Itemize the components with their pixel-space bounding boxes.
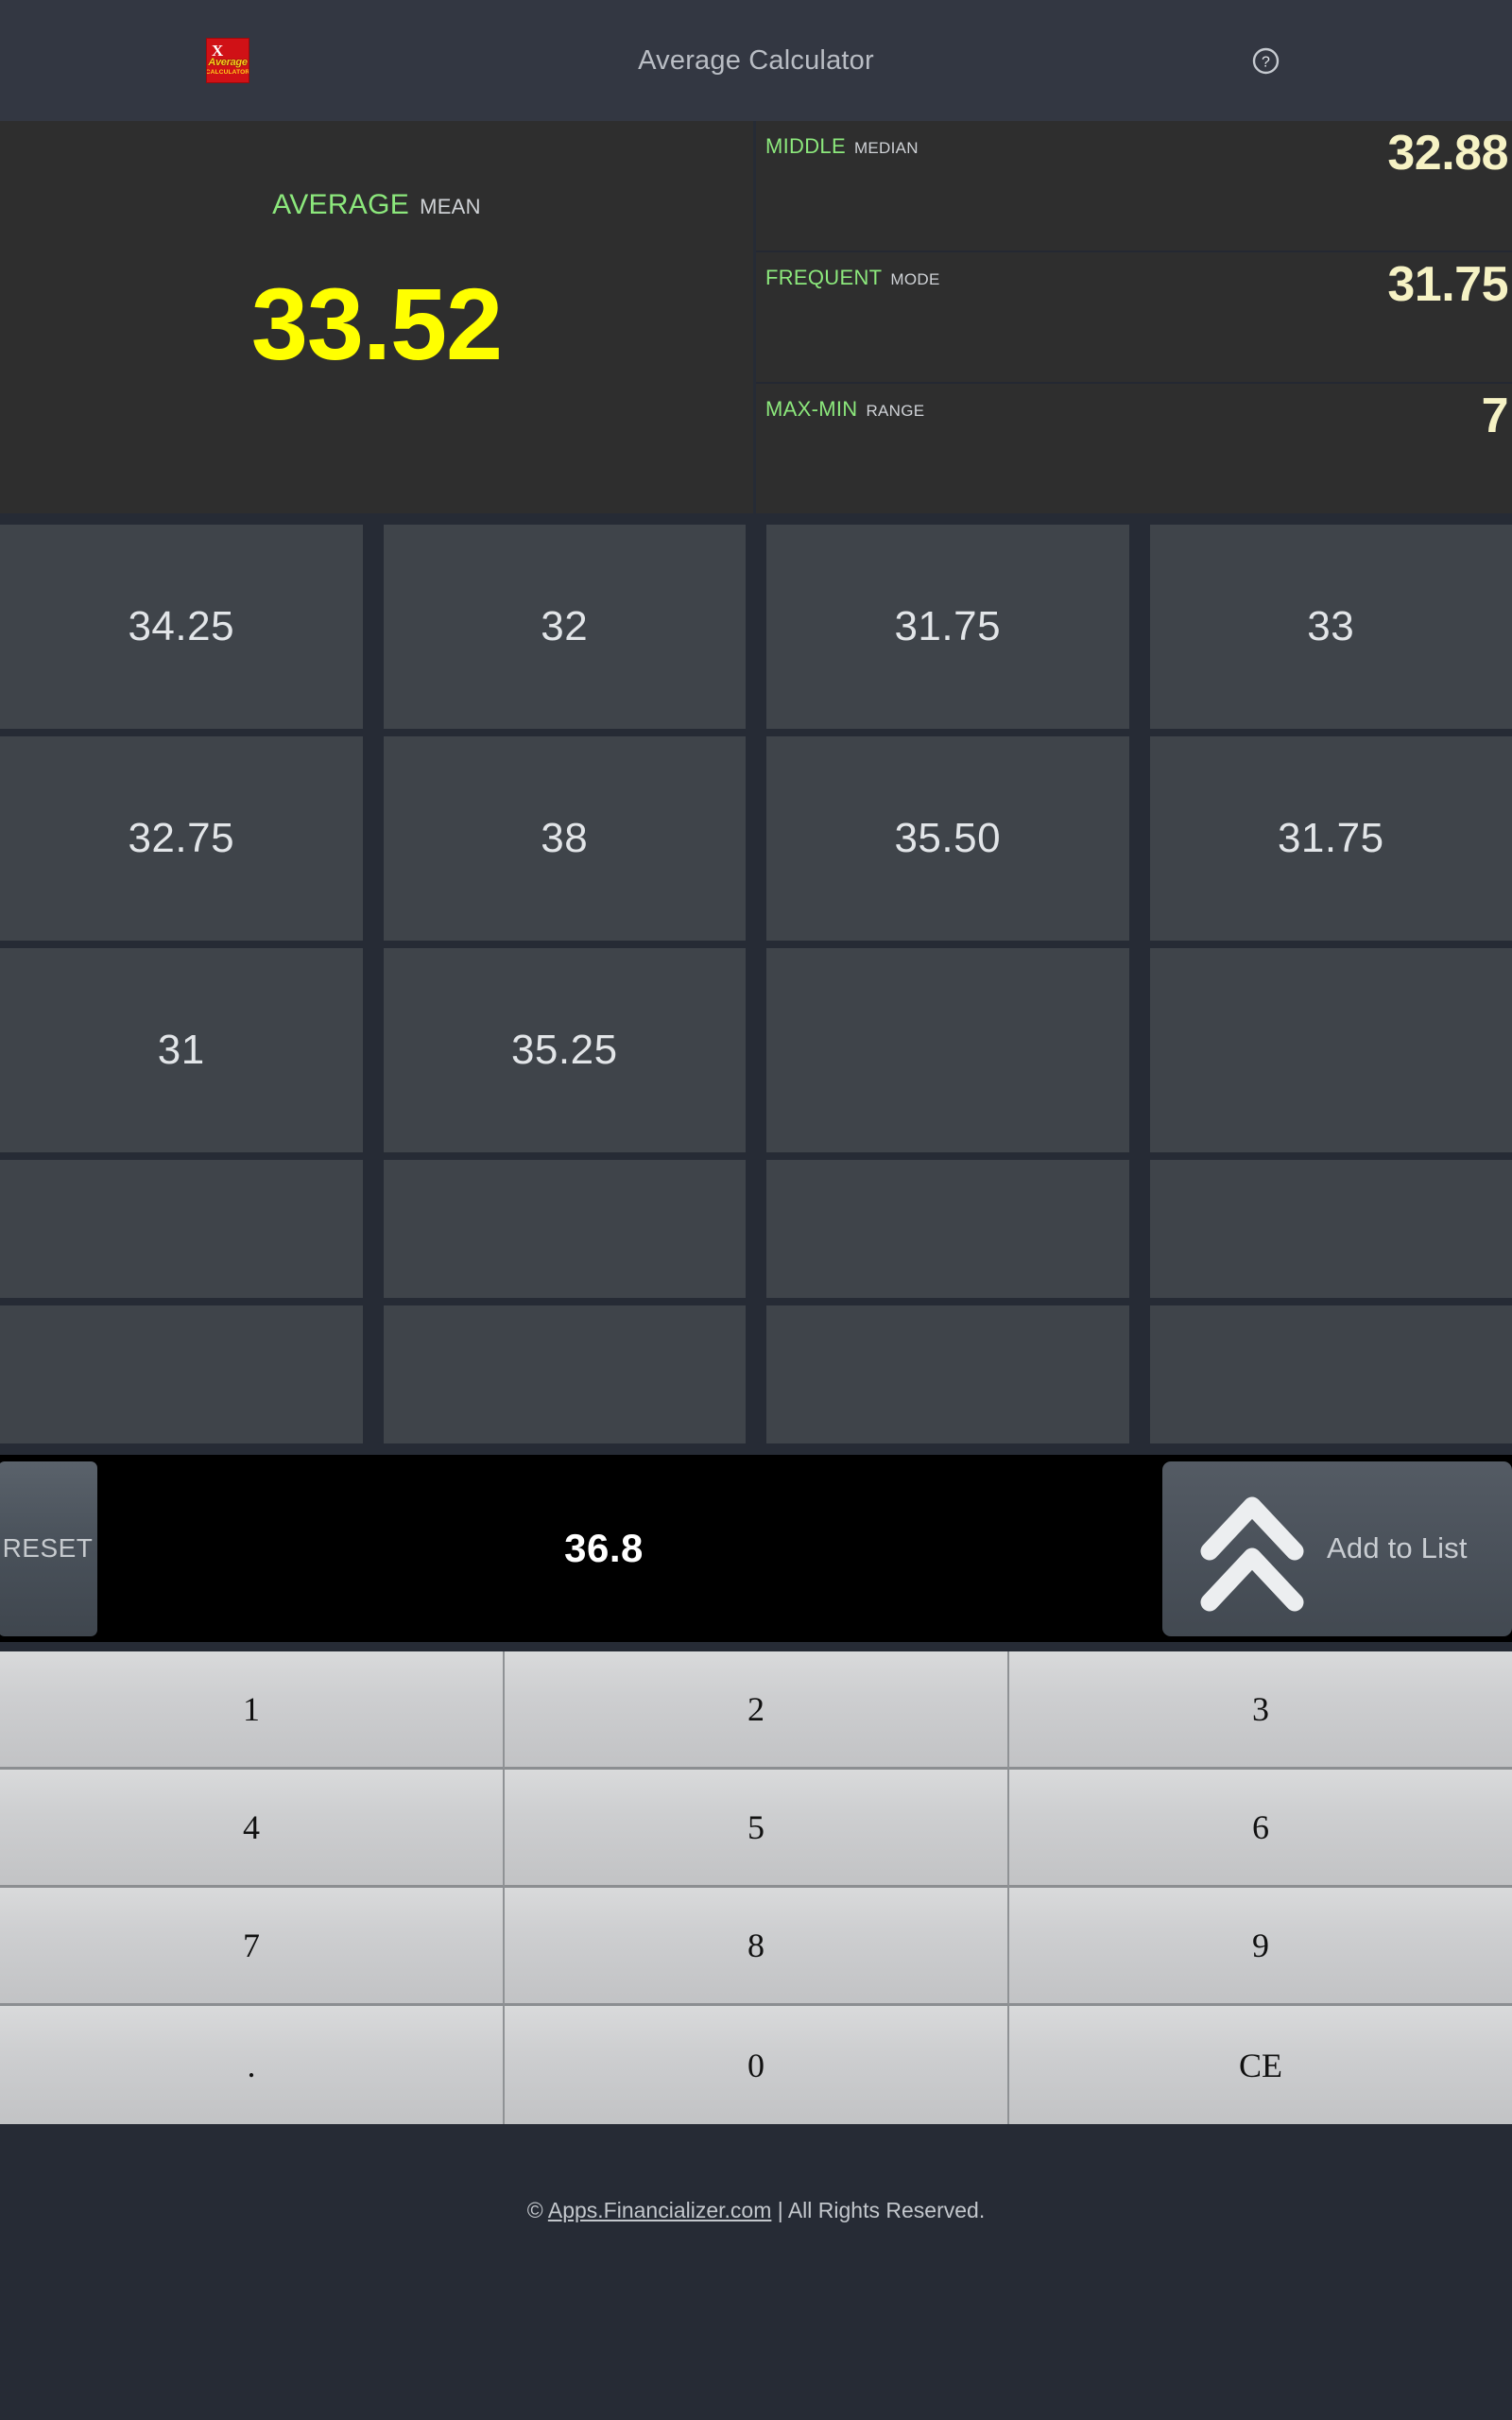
app-logo-icon: X Average CALCULATOR bbox=[206, 38, 249, 83]
footer-site-link[interactable]: Apps.Financializer.com bbox=[548, 2198, 772, 2222]
mean-primary-label: AVERAGE bbox=[272, 189, 410, 220]
stats-panel: MIDDLE MEDIAN 32.88 FREQUENT MODE 31.75 … bbox=[756, 121, 1512, 513]
mean-secondary-label: MEAN bbox=[420, 195, 481, 218]
grid-cell[interactable]: 31 bbox=[0, 948, 363, 1152]
grid-cell[interactable]: 32.75 bbox=[0, 736, 363, 941]
average-calculator-app: X Average CALCULATOR Average Calculator … bbox=[0, 0, 1512, 2420]
grid-row bbox=[0, 1305, 1512, 1443]
key-2[interactable]: 2 bbox=[505, 1651, 1009, 1770]
page-footer: © Apps.Financializer.com | All Rights Re… bbox=[0, 2124, 1512, 2420]
grid-cell[interactable] bbox=[383, 1160, 746, 1298]
keypad-row: 1 2 3 bbox=[0, 1651, 1512, 1770]
key-4[interactable]: 4 bbox=[0, 1770, 505, 1888]
median-secondary-label: MEDIAN bbox=[853, 139, 919, 157]
add-to-list-button[interactable]: Add to List bbox=[1162, 1461, 1512, 1636]
numeric-keypad: 1 2 3 4 5 6 7 8 9 . 0 CE bbox=[0, 1651, 1512, 2124]
grid-cell[interactable]: 32 bbox=[383, 525, 746, 729]
stat-row-range: MAX-MIN RANGE 7 bbox=[756, 384, 1512, 513]
key-7[interactable]: 7 bbox=[0, 1888, 505, 2006]
keypad-row: . 0 CE bbox=[0, 2006, 1512, 2124]
grid-cell[interactable] bbox=[1149, 1160, 1512, 1298]
range-secondary-label: RANGE bbox=[866, 402, 925, 420]
double-chevron-up-icon bbox=[1191, 1478, 1314, 1619]
stat-row-median: MIDDLE MEDIAN 32.88 bbox=[756, 121, 1512, 252]
mode-primary-label: FREQUENT bbox=[765, 266, 883, 289]
median-value: 32.88 bbox=[1387, 126, 1508, 181]
number-list-grid: 34.25 32 31.75 33 32.75 38 35.50 31.75 3… bbox=[0, 513, 1512, 1443]
key-6[interactable]: 6 bbox=[1009, 1770, 1512, 1888]
reset-button[interactable]: RESET bbox=[0, 1461, 97, 1636]
results-panel: AVERAGE MEAN 33.52 MIDDLE MEDIAN 32.88 F… bbox=[0, 121, 1512, 513]
copyright-prefix: © bbox=[526, 2198, 548, 2222]
grid-cell[interactable] bbox=[0, 1305, 363, 1443]
grid-cell[interactable]: 31.75 bbox=[766, 525, 1129, 729]
grid-row bbox=[0, 1160, 1512, 1298]
value-input[interactable]: 36.8 bbox=[97, 1455, 1162, 1642]
entry-bar: RESET 36.8 Add to List bbox=[0, 1455, 1512, 1642]
rights-reserved-text: | All Rights Reserved. bbox=[771, 2198, 986, 2222]
grid-row: 34.25 32 31.75 33 bbox=[0, 525, 1512, 729]
help-circle-icon[interactable]: ? bbox=[1252, 47, 1280, 75]
key-9[interactable]: 9 bbox=[1009, 1888, 1512, 2006]
logo-subtitle: CALCULATOR bbox=[206, 69, 249, 76]
logo-word: Average bbox=[208, 57, 248, 68]
range-value: 7 bbox=[1481, 389, 1509, 443]
stat-row-mode: FREQUENT MODE 31.75 bbox=[756, 252, 1512, 384]
mean-label-row: AVERAGE MEAN bbox=[272, 189, 481, 221]
mode-value: 31.75 bbox=[1387, 257, 1508, 312]
add-to-list-label: Add to List bbox=[1327, 1531, 1468, 1564]
mode-secondary-label: MODE bbox=[890, 270, 940, 288]
grid-cell[interactable]: 35.50 bbox=[766, 736, 1129, 941]
grid-cell[interactable] bbox=[1149, 1305, 1512, 1443]
grid-cell[interactable]: 31.75 bbox=[1149, 736, 1512, 941]
range-primary-label: MAX-MIN bbox=[765, 397, 858, 421]
grid-cell[interactable] bbox=[1149, 948, 1512, 1152]
mean-result-card: AVERAGE MEAN 33.52 bbox=[0, 121, 756, 513]
grid-cell[interactable] bbox=[766, 1160, 1129, 1298]
grid-cell[interactable]: 33 bbox=[1149, 525, 1512, 729]
grid-cell[interactable] bbox=[383, 1305, 746, 1443]
range-label-row: MAX-MIN RANGE bbox=[761, 397, 1512, 422]
keypad-row: 4 5 6 bbox=[0, 1770, 1512, 1888]
mean-value: 33.52 bbox=[250, 267, 503, 381]
grid-cell[interactable] bbox=[766, 1305, 1129, 1443]
grid-row: 32.75 38 35.50 31.75 bbox=[0, 736, 1512, 941]
key-decimal[interactable]: . bbox=[0, 2006, 505, 2124]
app-header: X Average CALCULATOR Average Calculator … bbox=[0, 0, 1512, 121]
grid-cell[interactable]: 34.25 bbox=[0, 525, 363, 729]
grid-cell[interactable] bbox=[0, 1160, 363, 1298]
grid-row: 31 35.25 bbox=[0, 948, 1512, 1152]
key-8[interactable]: 8 bbox=[505, 1888, 1009, 2006]
grid-cell[interactable]: 38 bbox=[383, 736, 746, 941]
key-3[interactable]: 3 bbox=[1009, 1651, 1512, 1770]
key-0[interactable]: 0 bbox=[505, 2006, 1009, 2124]
svg-text:?: ? bbox=[1262, 55, 1270, 71]
key-1[interactable]: 1 bbox=[0, 1651, 505, 1770]
grid-cell[interactable] bbox=[766, 948, 1129, 1152]
logo-x-mark: X bbox=[212, 42, 223, 60]
keypad-row: 7 8 9 bbox=[0, 1888, 1512, 2006]
key-5[interactable]: 5 bbox=[505, 1770, 1009, 1888]
grid-cell[interactable]: 35.25 bbox=[383, 948, 746, 1152]
key-clear-entry[interactable]: CE bbox=[1009, 2006, 1512, 2124]
median-primary-label: MIDDLE bbox=[765, 134, 846, 158]
